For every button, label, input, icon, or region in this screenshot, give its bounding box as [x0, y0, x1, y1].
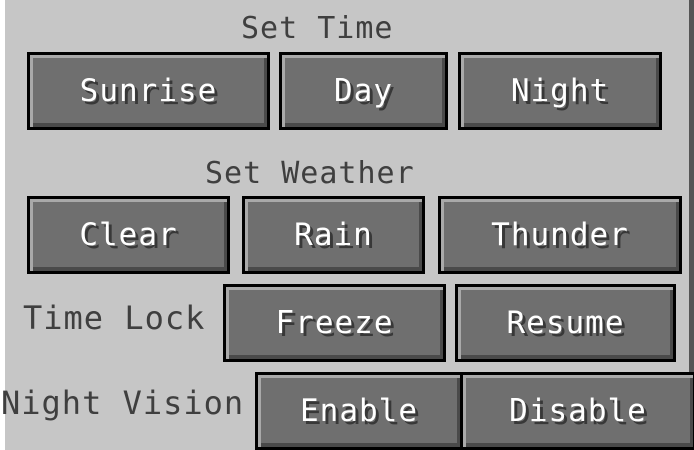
freeze-button[interactable]: Freeze	[223, 284, 446, 362]
sunrise-button[interactable]: Sunrise	[27, 52, 270, 130]
resume-button[interactable]: Resume	[455, 284, 676, 362]
clear-button[interactable]: Clear	[27, 196, 230, 274]
night-button[interactable]: Night	[458, 52, 662, 130]
rain-button[interactable]: Rain	[242, 196, 425, 274]
disable-button[interactable]: Disable	[460, 372, 694, 450]
set-time-heading: Set Time	[241, 11, 394, 46]
night-vision-label: Night Vision	[1, 384, 245, 422]
enable-button[interactable]: Enable	[255, 372, 463, 450]
set-weather-heading: Set Weather	[205, 156, 415, 191]
time-lock-label: Time Lock	[23, 299, 206, 337]
settings-panel: Set Time Sunrise Day Night Set Weather C…	[0, 0, 694, 450]
thunder-button[interactable]: Thunder	[438, 196, 682, 274]
day-button[interactable]: Day	[279, 52, 448, 130]
